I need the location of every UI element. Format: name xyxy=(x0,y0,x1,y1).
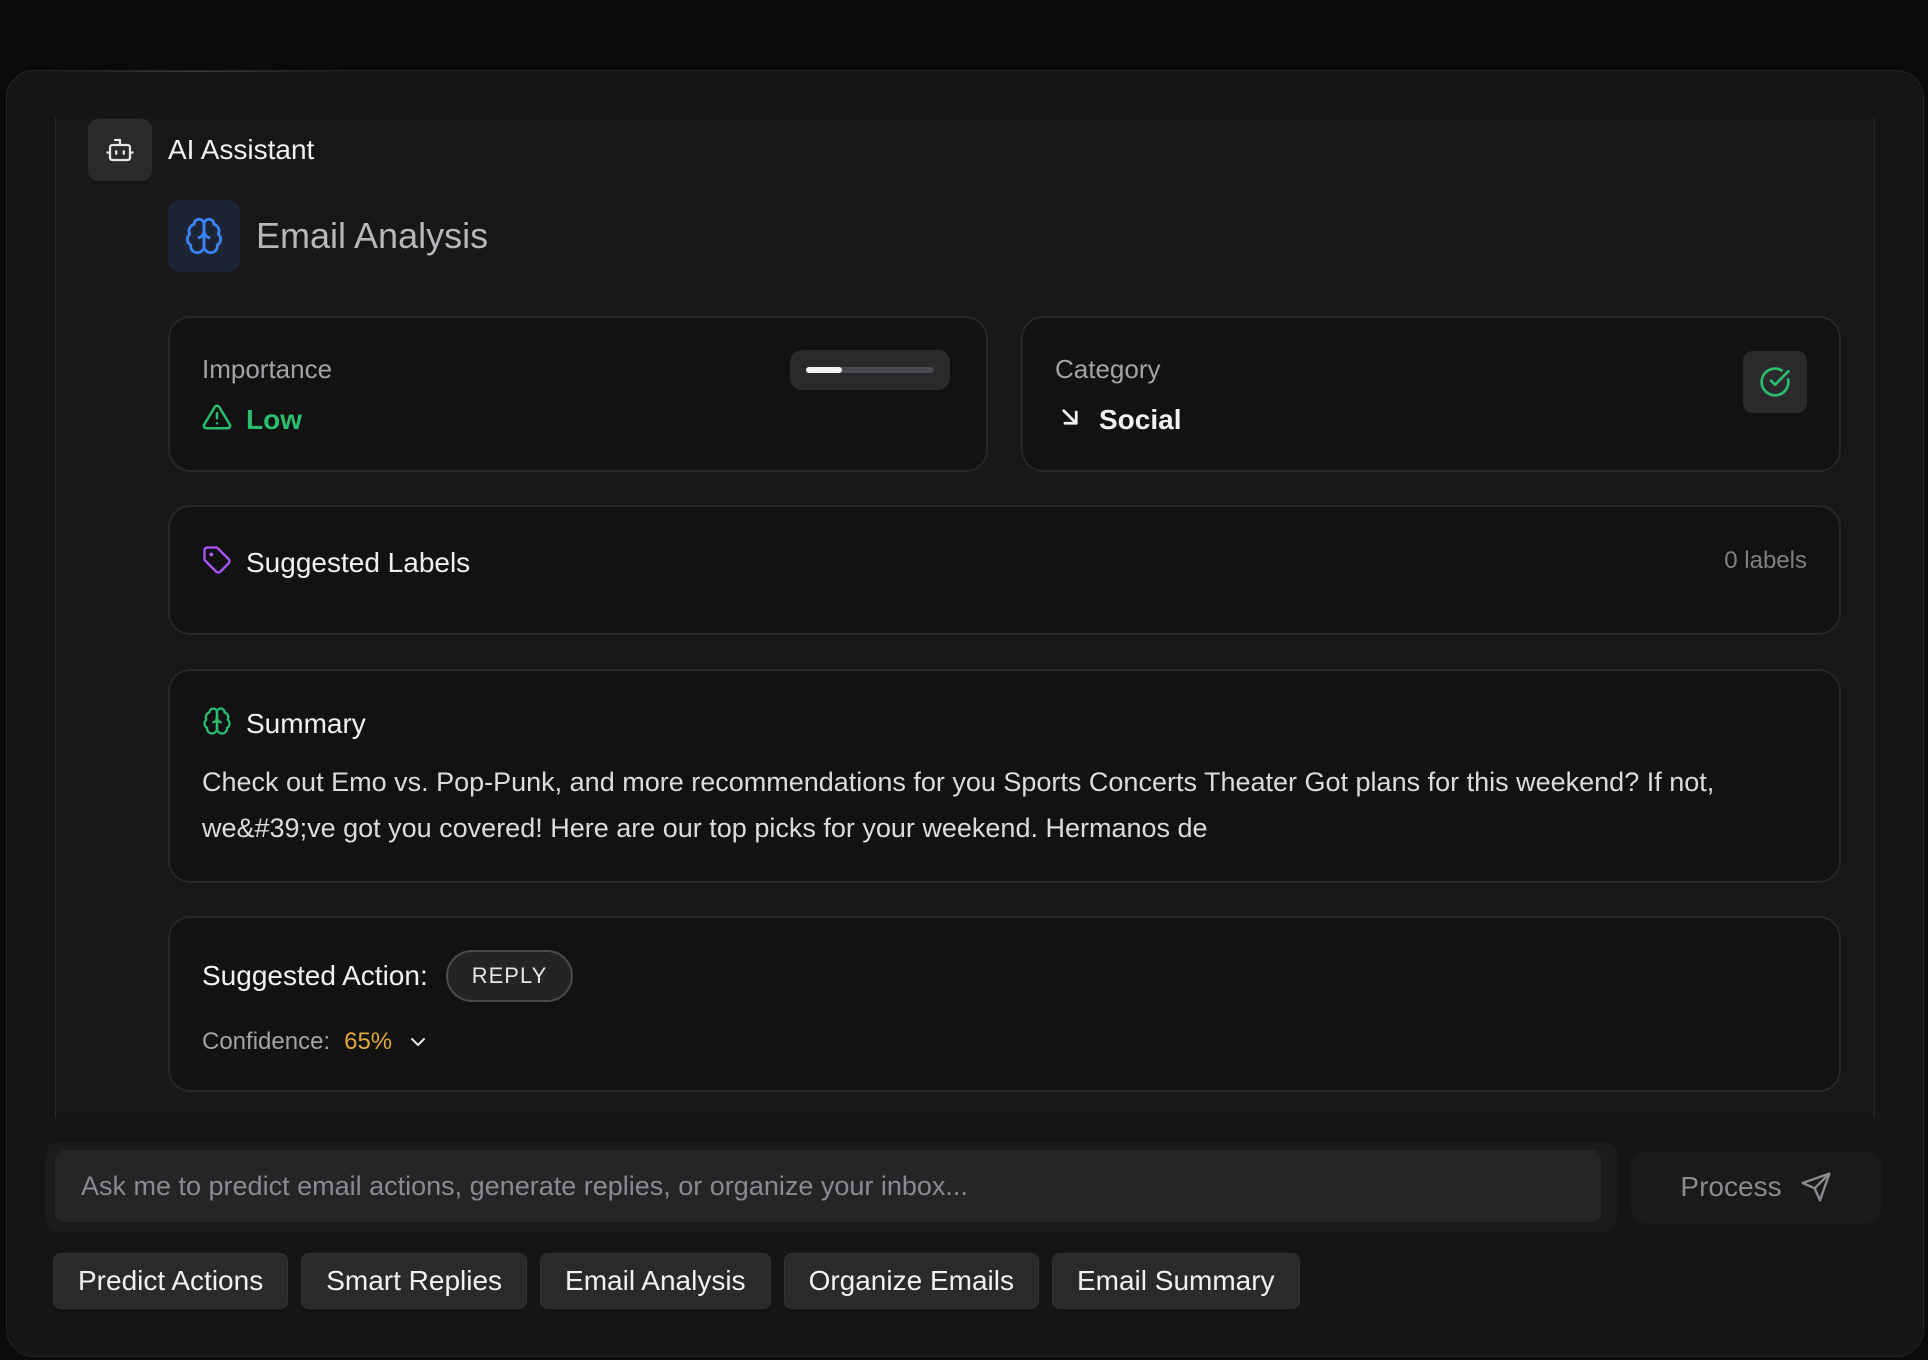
process-button[interactable]: Process xyxy=(1631,1151,1881,1223)
importance-label: Importance xyxy=(202,354,333,384)
suggested-labels-title: Suggested Labels xyxy=(246,546,471,578)
summary-card: Summary Check out Emo vs. Pop-Punk, and … xyxy=(168,669,1841,883)
summary-title: Summary xyxy=(246,707,366,739)
assistant-header: AI Assistant xyxy=(88,118,314,182)
importance-meter-fill xyxy=(806,367,842,373)
confidence-value: 65% xyxy=(344,1028,393,1055)
smart-replies-button[interactable]: Smart Replies xyxy=(301,1253,528,1309)
importance-meter xyxy=(790,350,950,390)
prompt-input[interactable] xyxy=(55,1150,1601,1222)
organize-emails-button[interactable]: Organize Emails xyxy=(783,1253,1039,1309)
send-icon xyxy=(1800,1171,1832,1203)
prompt-input-wrapper xyxy=(45,1142,1617,1232)
assistant-window: AI Assistant Email Analysis Importance L… xyxy=(6,70,1924,1357)
labels-count: 0 labels xyxy=(1724,547,1807,574)
email-summary-button[interactable]: Email Summary xyxy=(1051,1253,1300,1309)
arrow-down-right-icon xyxy=(1055,402,1085,437)
email-analysis-button[interactable]: Email Analysis xyxy=(540,1253,771,1309)
brain-icon xyxy=(202,706,232,741)
importance-meter-track xyxy=(806,367,934,373)
suggested-action-card: Suggested Action: REPLY Confidence: 65% xyxy=(168,916,1841,1092)
category-card: Category Social xyxy=(1021,316,1841,472)
importance-value: Low xyxy=(246,403,302,435)
brain-icon xyxy=(168,200,240,272)
tag-icon xyxy=(202,545,232,580)
analysis-header: Email Analysis xyxy=(168,200,488,272)
assistant-title: AI Assistant xyxy=(168,134,315,165)
process-label: Process xyxy=(1680,1171,1782,1202)
predict-actions-button[interactable]: Predict Actions xyxy=(53,1253,289,1309)
category-label: Category xyxy=(1055,354,1161,384)
analysis-panel: AI Assistant Email Analysis Importance L… xyxy=(55,118,1875,1118)
summary-text: Check out Emo vs. Pop-Punk, and more rec… xyxy=(202,767,1715,843)
quick-actions: Predict Actions Smart Replies Email Anal… xyxy=(53,1253,1300,1309)
importance-card: Importance Low xyxy=(168,316,988,472)
reply-action-pill[interactable]: REPLY xyxy=(445,950,574,1002)
suggested-action-label: Suggested Action: xyxy=(202,960,428,991)
category-value: Social xyxy=(1099,403,1182,435)
chevron-down-icon[interactable] xyxy=(406,1030,430,1054)
suggested-labels-card: Suggested Labels 0 labels xyxy=(168,505,1841,635)
bot-icon xyxy=(88,119,152,181)
confidence-label: Confidence: xyxy=(202,1028,331,1055)
check-circle-icon[interactable] xyxy=(1743,351,1807,413)
warning-icon xyxy=(202,402,232,437)
analysis-title: Email Analysis xyxy=(256,215,489,256)
